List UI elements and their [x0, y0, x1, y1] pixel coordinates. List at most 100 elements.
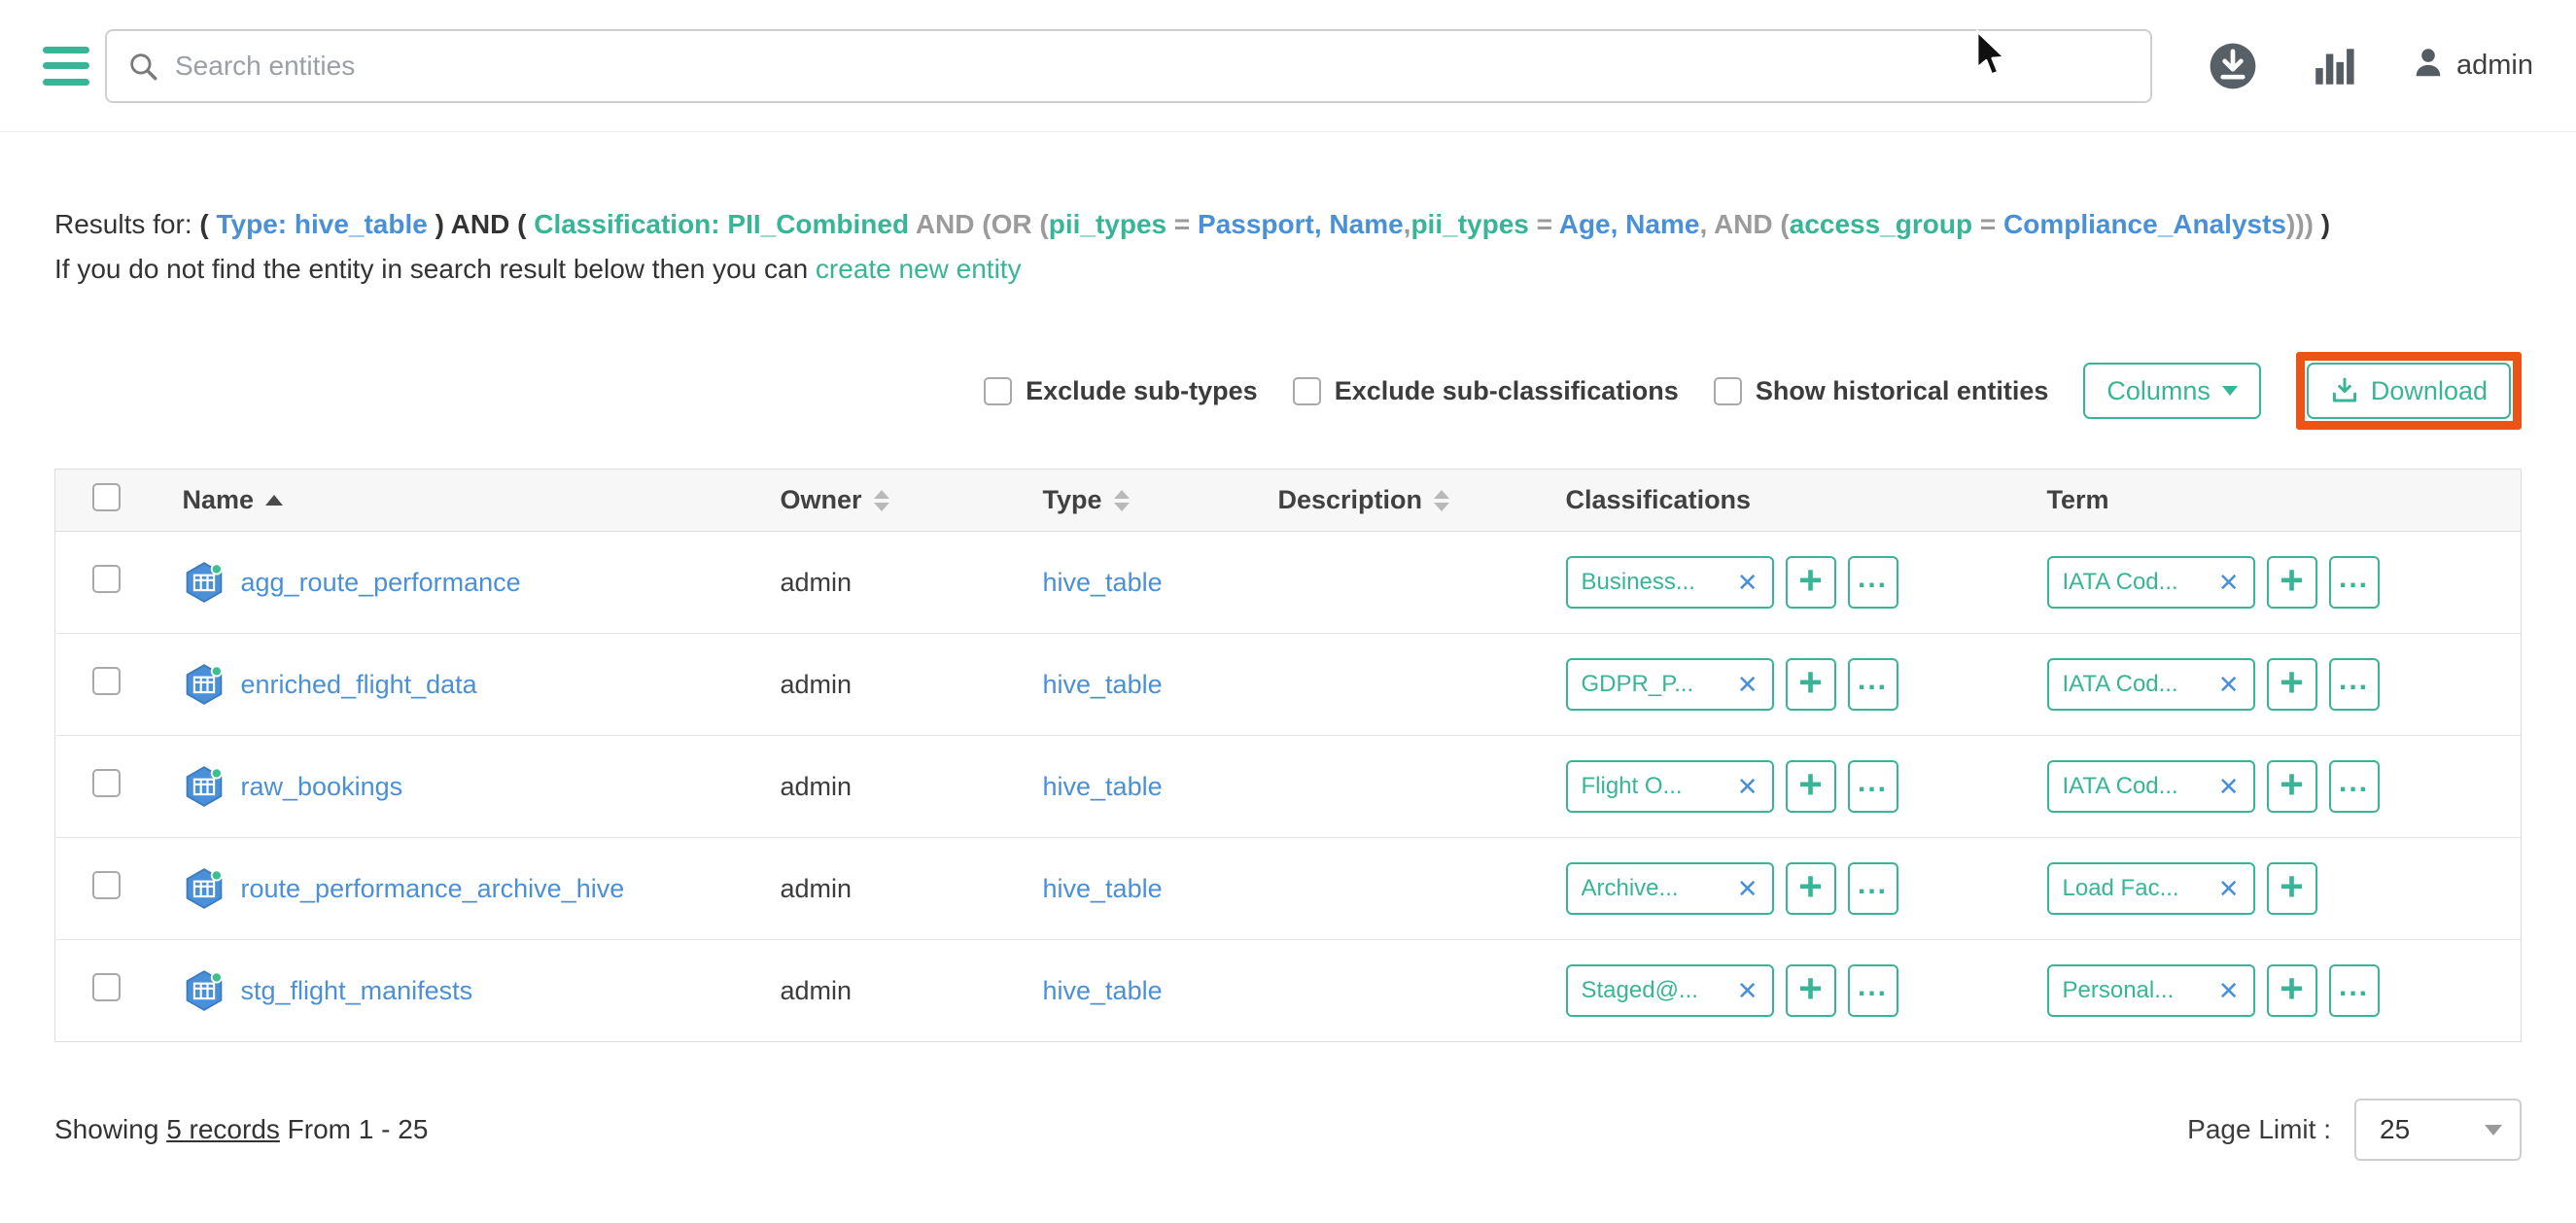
remove-term-icon[interactable]: ✕: [2218, 670, 2240, 700]
more-classifications-button[interactable]: ...: [1848, 964, 1898, 1017]
term-tag[interactable]: Load Fac... ✕: [2047, 862, 2255, 915]
select-all-checkbox[interactable]: [92, 483, 121, 511]
query-segment: Classification: PII_Combined: [534, 209, 909, 239]
checkbox-label: Exclude sub-types: [1026, 376, 1258, 406]
entity-name-link[interactable]: raw_bookings: [241, 772, 403, 802]
table-header-row: Name Owner Type Description Classificati…: [55, 470, 2522, 532]
query-segment: Type: hive_table: [217, 209, 428, 239]
add-classification-button[interactable]: +: [1786, 862, 1836, 915]
table-row: enriched_flight_data admin hive_table GD…: [55, 634, 2522, 736]
row-checkbox[interactable]: [92, 565, 121, 593]
download-tray-icon: [2330, 376, 2359, 405]
row-checkbox[interactable]: [92, 667, 121, 695]
bar-chart-icon[interactable]: [2311, 42, 2359, 90]
columns-button[interactable]: Columns: [2083, 363, 2261, 419]
classification-tag[interactable]: Business... ✕: [1566, 556, 1774, 609]
more-terms-button[interactable]: ...: [2329, 760, 2380, 813]
header-description[interactable]: Description: [1277, 470, 1565, 532]
download-circle-icon[interactable]: [2206, 39, 2260, 93]
table-row: stg_flight_manifests admin hive_table St…: [55, 940, 2522, 1042]
filter-checkbox-exclude-sub-types[interactable]: Exclude sub-types: [984, 376, 1258, 406]
term-tag[interactable]: IATA Cod... ✕: [2047, 760, 2255, 813]
more-terms-button[interactable]: ...: [2329, 964, 2380, 1017]
add-classification-button[interactable]: +: [1786, 658, 1836, 711]
user-menu[interactable]: admin: [2410, 44, 2533, 88]
hamburger-menu-icon[interactable]: [43, 47, 89, 86]
person-icon: [2410, 44, 2447, 88]
add-term-button[interactable]: +: [2267, 760, 2317, 813]
more-classifications-button[interactable]: ...: [1848, 556, 1898, 609]
more-terms-button[interactable]: ...: [2329, 556, 2380, 609]
type-link[interactable]: hive_table: [1043, 772, 1163, 801]
filter-checkbox-show-historical-entities[interactable]: Show historical entities: [1714, 376, 2049, 406]
owner-cell: admin: [781, 976, 853, 1005]
entity-search-box: [105, 29, 2152, 103]
type-link[interactable]: hive_table: [1043, 874, 1163, 903]
add-term-button[interactable]: +: [2267, 556, 2317, 609]
add-term-button[interactable]: +: [2267, 862, 2317, 915]
more-classifications-button[interactable]: ...: [1848, 760, 1898, 813]
add-classification-button[interactable]: +: [1786, 964, 1836, 1017]
query-segment: access_group: [1790, 209, 1972, 239]
table-row: route_performance_archive_hive admin hiv…: [55, 838, 2522, 940]
hive-table-icon: [183, 765, 226, 808]
checkbox-icon[interactable]: [1293, 377, 1321, 405]
hive-table-icon: [183, 969, 226, 1012]
create-new-entity-link[interactable]: create new entity: [816, 254, 1022, 284]
search-input[interactable]: [173, 50, 2131, 83]
type-link[interactable]: hive_table: [1043, 670, 1163, 699]
remove-classification-icon[interactable]: ✕: [1737, 772, 1758, 802]
query-segment: =: [1529, 209, 1559, 239]
entity-name-link[interactable]: agg_route_performance: [241, 568, 521, 598]
add-term-button[interactable]: +: [2267, 964, 2317, 1017]
remove-term-icon[interactable]: ✕: [2218, 568, 2240, 598]
remove-term-icon[interactable]: ✕: [2218, 874, 2240, 904]
row-checkbox[interactable]: [92, 973, 121, 1001]
classification-tag[interactable]: GDPR_P... ✕: [1566, 658, 1774, 711]
classification-tag[interactable]: Staged@... ✕: [1566, 964, 1774, 1017]
term-tag[interactable]: IATA Cod... ✕: [2047, 658, 2255, 711]
page-limit: Page Limit : 25: [2187, 1099, 2522, 1161]
remove-classification-icon[interactable]: ✕: [1737, 568, 1758, 598]
sort-icon: [874, 490, 889, 511]
download-button[interactable]: Download: [2307, 363, 2511, 419]
type-link[interactable]: hive_table: [1043, 976, 1163, 1005]
checkbox-icon[interactable]: [1714, 377, 1742, 405]
query-segment: AND: [451, 209, 510, 239]
row-checkbox[interactable]: [92, 871, 121, 899]
remove-term-icon[interactable]: ✕: [2218, 976, 2240, 1006]
header-name[interactable]: Name: [182, 470, 780, 532]
query-segment: AND: [1714, 209, 1773, 239]
remove-classification-icon[interactable]: ✕: [1737, 670, 1758, 700]
sort-asc-icon: [265, 495, 283, 506]
query-segment: pii_types: [1049, 209, 1166, 239]
checkbox-icon[interactable]: [984, 377, 1012, 405]
row-checkbox[interactable]: [92, 769, 121, 797]
filter-checkbox-exclude-sub-classifications[interactable]: Exclude sub-classifications: [1293, 376, 1679, 406]
add-term-button[interactable]: +: [2267, 658, 2317, 711]
records-count-link[interactable]: 5 records: [166, 1114, 280, 1144]
remove-classification-icon[interactable]: ✕: [1737, 976, 1758, 1006]
page-limit-select[interactable]: 25: [2354, 1099, 2522, 1161]
classification-tag[interactable]: Flight O... ✕: [1566, 760, 1774, 813]
header-type[interactable]: Type: [1042, 470, 1277, 532]
term-tag[interactable]: Personal... ✕: [2047, 964, 2255, 1017]
topbar: admin: [0, 0, 2576, 132]
more-classifications-button[interactable]: ...: [1848, 658, 1898, 711]
remove-term-icon[interactable]: ✕: [2218, 772, 2240, 802]
more-classifications-button[interactable]: ...: [1848, 862, 1898, 915]
entity-name-link[interactable]: stg_flight_manifests: [241, 976, 473, 1006]
username-label: admin: [2456, 50, 2533, 82]
type-link[interactable]: hive_table: [1043, 568, 1163, 597]
classification-tag[interactable]: Archive... ✕: [1566, 862, 1774, 915]
entity-name-link[interactable]: enriched_flight_data: [241, 670, 477, 700]
add-classification-button[interactable]: +: [1786, 760, 1836, 813]
entity-name-link[interactable]: route_performance_archive_hive: [241, 874, 625, 904]
remove-classification-icon[interactable]: ✕: [1737, 874, 1758, 904]
add-classification-button[interactable]: +: [1786, 556, 1836, 609]
owner-cell: admin: [781, 670, 853, 699]
term-tag[interactable]: IATA Cod... ✕: [2047, 556, 2255, 609]
more-terms-button[interactable]: ...: [2329, 658, 2380, 711]
header-owner[interactable]: Owner: [780, 470, 1042, 532]
query-segment: ,: [1699, 209, 1714, 239]
